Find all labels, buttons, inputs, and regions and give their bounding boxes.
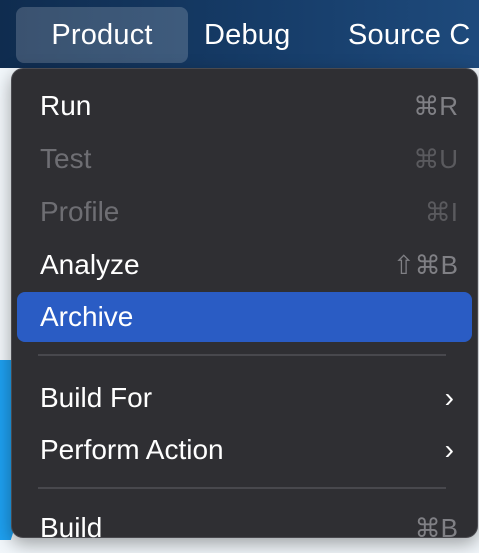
menu-item-label: Archive: [40, 301, 134, 332]
menu-item-test: Test ⌘U: [17, 134, 472, 184]
menu-item-profile: Profile ⌘I: [17, 187, 472, 237]
menu-bar: Product Debug Source C: [0, 0, 479, 68]
menu-item-run[interactable]: Run ⌘R: [17, 81, 472, 131]
product-menu: Run ⌘R Test ⌘U Profile ⌘I Analyze ⇧⌘B Ar…: [11, 68, 478, 543]
menubar-item-source-control[interactable]: Source C: [348, 7, 471, 63]
menu-item-label: Analyze: [40, 249, 140, 280]
shortcut-label: ⌘I: [424, 196, 458, 227]
shortcut-label: ⌘R: [413, 90, 458, 121]
menubar-item-debug[interactable]: Debug: [204, 7, 290, 63]
shortcut-label: ⇧⌘B: [392, 249, 458, 280]
menu-item-label: Test: [40, 143, 92, 174]
chevron-right-icon: ›: [444, 434, 454, 465]
menu-separator: [38, 487, 446, 489]
menu-item-label: Build: [40, 512, 103, 543]
shortcut-label: ⌘U: [413, 143, 458, 174]
menu-item-label: Profile: [40, 196, 120, 227]
menu-item-label: Run: [40, 90, 92, 121]
menu-item-build-for[interactable]: Build For ›: [17, 373, 472, 423]
menubar-item-product[interactable]: Product: [16, 7, 188, 63]
menu-item-label: Build For: [40, 382, 153, 413]
menu-separator: [38, 354, 446, 356]
chevron-right-icon: ›: [444, 382, 454, 413]
shortcut-label: ⌘B: [414, 512, 458, 543]
menu-item-archive[interactable]: Archive: [17, 292, 472, 342]
menu-item-build[interactable]: Build ⌘B: [17, 503, 472, 553]
menu-item-label: Perform Action: [40, 434, 224, 465]
menu-item-analyze[interactable]: Analyze ⇧⌘B: [17, 240, 472, 290]
menu-item-perform-action[interactable]: Perform Action ›: [17, 425, 472, 475]
